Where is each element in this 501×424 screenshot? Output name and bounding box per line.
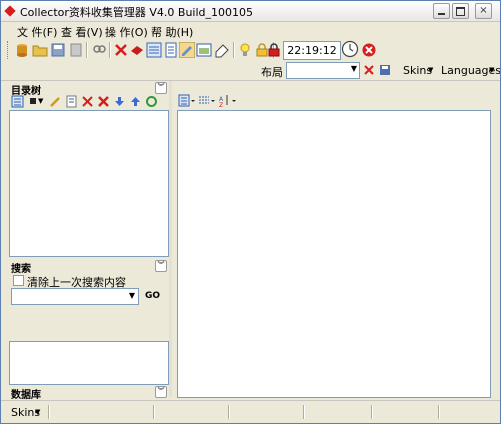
delete-icon[interactable]	[113, 42, 129, 58]
chevron-down-icon[interactable]: ▼	[129, 291, 135, 300]
maximize-icon	[456, 7, 465, 16]
chevron-down-icon: ▼	[489, 66, 495, 74]
properties-icon[interactable]	[65, 95, 78, 108]
close-icon: ×	[479, 5, 488, 16]
clock-time: 22:19:12	[287, 44, 337, 57]
search-panel-header: 搜索 ︾	[9, 260, 169, 275]
layout-bar: 布局 ▼ Skins ▼ Languages ▼	[1, 61, 500, 81]
status-separator	[153, 405, 155, 419]
chevron-down-icon: ▼	[428, 66, 434, 74]
status-separator	[48, 405, 50, 419]
list-options-icon[interactable]	[198, 94, 216, 107]
database-panel-header: 数据库 ︾	[9, 386, 169, 401]
app-logo-icon	[4, 5, 16, 17]
tree-view[interactable]	[9, 110, 169, 257]
new-node-icon[interactable]	[11, 95, 24, 108]
edit-icon[interactable]	[179, 42, 195, 58]
view-list-icon[interactable]	[146, 42, 162, 58]
clock-display: 22:19:12	[283, 41, 341, 60]
clear-layout-icon[interactable]	[363, 64, 375, 76]
status-separator	[303, 405, 305, 419]
content-area[interactable]	[177, 110, 491, 398]
tip-bulb-icon[interactable]	[237, 42, 253, 58]
menu-help[interactable]: 帮 助(H)	[151, 24, 193, 40]
pencil-icon[interactable]	[49, 95, 62, 108]
open-folder-icon[interactable]	[32, 42, 48, 58]
main-toolbar: 22:19:12	[7, 39, 497, 61]
app-window: Collector资料收集管理器 V4.0 Build_100105 × 文 件…	[0, 0, 501, 424]
toolbar-separator	[233, 42, 235, 58]
svg-text:Z: Z	[219, 102, 223, 107]
layout-select[interactable]: ▼	[286, 62, 360, 79]
tree-toolbar: ▼	[9, 94, 169, 110]
status-separator	[438, 405, 440, 419]
red-book-icon[interactable]	[129, 42, 145, 58]
collapse-icon[interactable]: ︾	[155, 82, 167, 94]
sort-icon[interactable]: AZ	[219, 94, 237, 107]
window-title: Collector资料收集管理器 V4.0 Build_100105	[20, 6, 254, 19]
maximize-button[interactable]	[452, 3, 469, 19]
toolbar-separator	[109, 42, 111, 58]
refresh-icon[interactable]	[145, 95, 158, 108]
content-toolbar: AZ	[172, 93, 492, 109]
find-node-icon[interactable]	[81, 95, 94, 108]
status-separator	[371, 405, 373, 419]
status-bar: Skins ▼	[1, 400, 500, 423]
tree-panel-header: 目录树 ︾	[9, 82, 169, 97]
minimize-button[interactable]	[433, 3, 450, 19]
open-database-icon[interactable]	[14, 42, 30, 58]
menu-operate[interactable]: 操 作(O)	[105, 24, 148, 40]
save-icon[interactable]	[50, 42, 66, 58]
close-button[interactable]: ×	[475, 3, 492, 19]
exit-icon[interactable]	[361, 42, 377, 58]
toolbar-separator	[86, 42, 88, 58]
chevron-down-icon: ▼	[350, 64, 357, 73]
title-bar[interactable]: Collector资料收集管理器 V4.0 Build_100105 ×	[1, 1, 500, 22]
menu-file[interactable]: 文 件(F)	[17, 24, 57, 40]
lock-red-icon[interactable]	[266, 42, 282, 58]
search-files-icon[interactable]	[91, 42, 107, 58]
status-separator	[228, 405, 230, 419]
save-layout-icon[interactable]	[379, 64, 391, 76]
menu-view[interactable]: 查 看(V)	[61, 24, 103, 40]
search-results[interactable]	[9, 341, 169, 385]
search-input[interactable]: ▼	[11, 288, 139, 305]
menu-bar: 文 件(F) 查 看(V) 操 作(O) 帮 助(H)	[1, 22, 500, 40]
collapse-icon[interactable]: ︾	[155, 386, 167, 398]
chevron-down-icon[interactable]: ▼	[38, 97, 43, 105]
toolbar-grip[interactable]	[7, 41, 11, 59]
search-panel-title: 搜索	[11, 264, 31, 275]
content-view-icon[interactable]	[178, 94, 196, 107]
chevron-down-icon: ▼	[35, 408, 41, 416]
preview-icon[interactable]	[196, 42, 212, 58]
move-up-icon[interactable]	[129, 95, 142, 108]
layout-label: 布局	[261, 66, 283, 79]
delete-node-icon[interactable]	[97, 95, 110, 108]
minimize-icon	[438, 13, 445, 15]
view-details-icon[interactable]	[163, 42, 179, 58]
delete-db-icon[interactable]	[68, 42, 84, 58]
eraser-icon[interactable]	[214, 42, 230, 58]
clock-icon[interactable]	[341, 40, 359, 58]
go-button[interactable]: GO	[145, 291, 160, 301]
collapse-icon[interactable]: ︾	[155, 260, 167, 272]
database-panel-title: 数据库	[11, 390, 41, 401]
clear-previous-checkbox[interactable]	[13, 275, 24, 286]
move-down-icon[interactable]	[113, 95, 126, 108]
vertical-splitter[interactable]	[169, 81, 172, 397]
